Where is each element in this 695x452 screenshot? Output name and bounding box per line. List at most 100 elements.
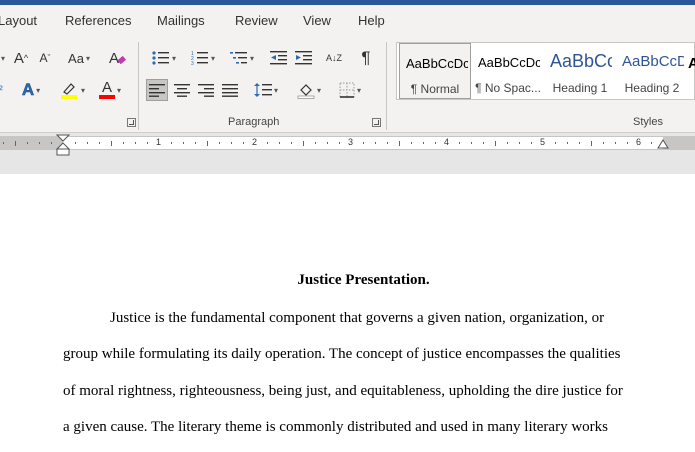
svg-text:3: 3 [191,61,194,66]
text-highlight-button[interactable]: ▾ [54,79,90,101]
decrease-indent-icon [270,51,287,65]
right-indent-marker[interactable] [657,139,669,151]
group-separator [386,42,387,130]
shading-button[interactable]: ▾ [292,79,326,101]
bullets-icon [152,51,169,65]
sort-button[interactable]: A↓Z [322,47,346,69]
document-page[interactable]: Justice Presentation. Justice is the fun… [0,174,695,452]
ruler-tick [135,142,136,144]
clear-formatting-button[interactable]: A [107,47,129,69]
increase-indent-icon [295,51,312,65]
shrink-font-button[interactable]: Aˇ [35,47,55,69]
style-name: ¶ Normal [410,82,460,96]
font-color-button[interactable]: A ▾ [93,79,127,101]
numbering-icon: 1 2 3 [191,51,208,66]
tab-view[interactable]: View [303,13,331,28]
clear-formatting-icon: A [109,50,126,67]
ruler-tick [39,142,40,144]
svg-text:A: A [109,50,119,67]
ruler-tick [195,142,196,144]
tab-layout[interactable]: Layout [0,13,37,28]
borders-button[interactable]: ▾ [333,79,367,101]
highlighter-icon [60,83,77,99]
style-normal[interactable]: AaBbCcDc ¶ Normal [399,43,471,99]
line-spacing-button[interactable]: ▾ [250,79,282,101]
style-heading-2[interactable]: AaBbCcD Heading 2 [616,43,688,99]
ruler-tick [651,142,652,144]
document-line: a given cause. The literary theme is com… [63,419,608,435]
tab-mailings[interactable]: Mailings [157,13,205,28]
document-line: Justice is the fundamental component tha… [110,310,605,326]
ruler-tick [267,142,268,144]
ruler-number: 4 [444,137,450,147]
multilevel-list-button[interactable]: ▾ [225,47,259,69]
ruler-tick [603,142,604,144]
style-name: Heading 2 [624,81,680,95]
paragraph-dialog-launcher[interactable] [372,118,381,127]
align-center-icon [174,84,190,97]
align-center-button[interactable] [171,79,193,101]
ruler-left-margin [0,137,63,149]
ruler-tick [183,142,184,144]
ruler-tick [483,142,484,144]
font-size-edge-marker: ² [0,84,3,96]
align-right-button[interactable] [195,79,217,101]
change-case-button[interactable]: Aa ▾ [63,47,95,69]
ruler-tick [339,142,340,144]
ruler-tick [459,142,460,144]
ruler-tick [291,142,292,144]
ruler-tick [387,142,388,144]
align-right-icon [198,84,214,97]
tab-references[interactable]: References [65,13,131,28]
ruler-tick [411,142,412,144]
style-sample: AaBbCcDc [406,56,468,71]
ruler-tick [123,142,124,144]
ruler-tick [87,142,88,144]
ruler-tick [531,142,532,144]
ruler-tick [147,142,148,144]
justify-icon [222,84,238,97]
justify-button[interactable] [219,79,241,101]
style-no-spacing[interactable]: AaBbCcDc ¶ No Spac... [472,43,544,99]
style-sample: AaBbCcD [622,53,684,70]
ruler-tick [303,140,304,146]
indent-markers[interactable] [56,134,70,156]
ruler-tick [171,142,172,144]
grow-font-button[interactable]: A ^ [10,47,32,69]
ruler-tick [51,142,52,144]
change-case-icon: Aa [68,50,84,66]
style-heading-1[interactable]: AaBbCc Heading 1 [544,43,616,99]
ruler-tick [519,142,520,144]
style-name: ¶ No Spac... [475,81,541,95]
ruler-tick [111,140,112,146]
ruler-tick [231,142,232,144]
tab-review[interactable]: Review [235,13,278,28]
font-size-dropdown-edge[interactable]: ▾ [0,47,6,69]
font-dialog-launcher[interactable] [127,118,136,127]
text-effects-button[interactable]: A ▾ [14,79,48,101]
increase-indent-button[interactable] [293,47,315,69]
ruler-number: 2 [252,137,258,147]
ruler-tick [75,142,76,144]
ruler-tick [375,142,376,144]
ruler-tick [99,142,100,144]
ruler-tick [615,142,616,144]
numbering-button[interactable]: 1 2 3 ▾ [186,47,220,69]
borders-icon [339,82,355,98]
show-formatting-marks-button[interactable]: ¶ [355,47,377,69]
style-sample: AaBbCc [550,51,612,71]
ruler-tick [219,142,220,144]
ruler-tick [507,142,508,144]
decrease-indent-button[interactable] [268,47,290,69]
tab-help[interactable]: Help [358,13,385,28]
ruler-number: 6 [636,137,642,147]
ruler-tick [471,142,472,144]
ruler-tick [279,142,280,144]
ruler-tick [495,140,496,146]
horizontal-ruler[interactable]: 1 2 3 4 5 6 [0,136,695,150]
ribbon-tabs: Layout References Mailings Review View H… [0,5,695,36]
align-left-button[interactable] [146,79,168,101]
bullets-button[interactable]: ▾ [147,47,181,69]
ruler-tick [27,142,28,144]
ruler-tick [591,140,592,146]
